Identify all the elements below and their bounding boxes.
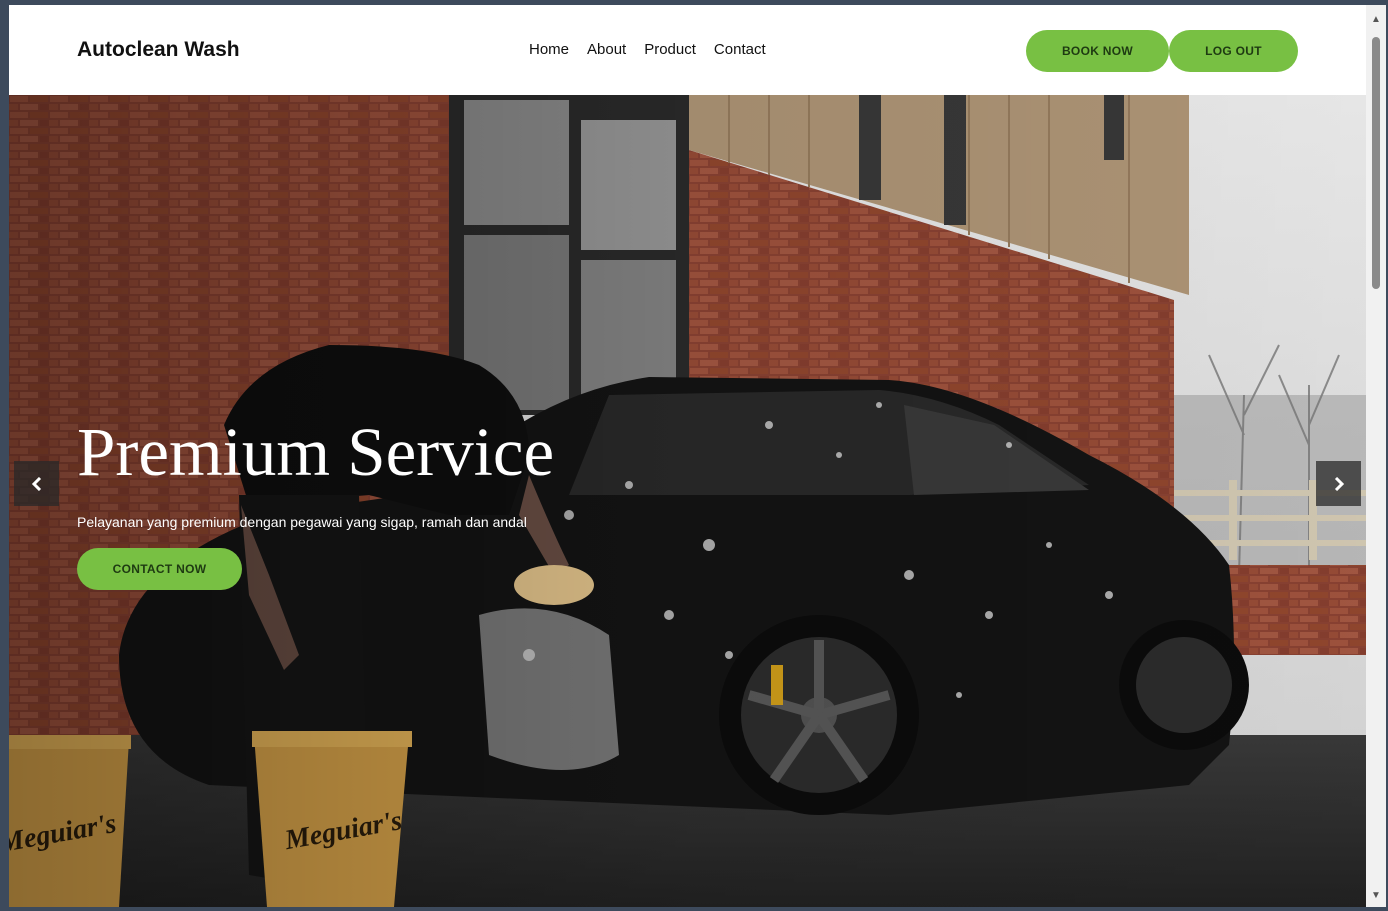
brand-logo[interactable]: Autoclean Wash xyxy=(77,38,240,62)
navbar: Autoclean Wash Home About Product Contac… xyxy=(9,5,1366,95)
hero-title: Premium Service xyxy=(77,414,555,490)
nav-home[interactable]: Home xyxy=(529,41,569,58)
nav-product[interactable]: Product xyxy=(644,41,696,58)
carousel-next-button[interactable] xyxy=(1316,461,1361,506)
book-now-button[interactable]: BOOK NOW xyxy=(1026,30,1169,72)
scroll-down-arrow-icon[interactable]: ▼ xyxy=(1370,889,1382,901)
carousel-prev-button[interactable] xyxy=(14,461,59,506)
hero-image: Meguiar's Meguiar's xyxy=(9,95,1366,907)
nav-about[interactable]: About xyxy=(587,41,626,58)
nav-links: Home About Product Contact xyxy=(529,41,766,58)
hero-carousel: Meguiar's Meguiar's Premium Service Pela… xyxy=(9,95,1366,907)
chevron-right-icon xyxy=(1334,476,1344,491)
scrollbar-thumb[interactable] xyxy=(1372,37,1380,289)
chevron-left-icon xyxy=(31,476,41,491)
browser-window: Autoclean Wash Home About Product Contac… xyxy=(9,5,1366,907)
nav-contact[interactable]: Contact xyxy=(714,41,766,58)
scroll-up-arrow-icon[interactable]: ▲ xyxy=(1370,13,1382,25)
contact-now-button[interactable]: CONTACT NOW xyxy=(77,548,242,590)
vertical-scrollbar[interactable]: ▲ ▼ xyxy=(1366,5,1386,907)
log-out-button[interactable]: LOG OUT xyxy=(1169,30,1298,72)
hero-subtitle: Pelayanan yang premium dengan pegawai ya… xyxy=(77,514,527,530)
